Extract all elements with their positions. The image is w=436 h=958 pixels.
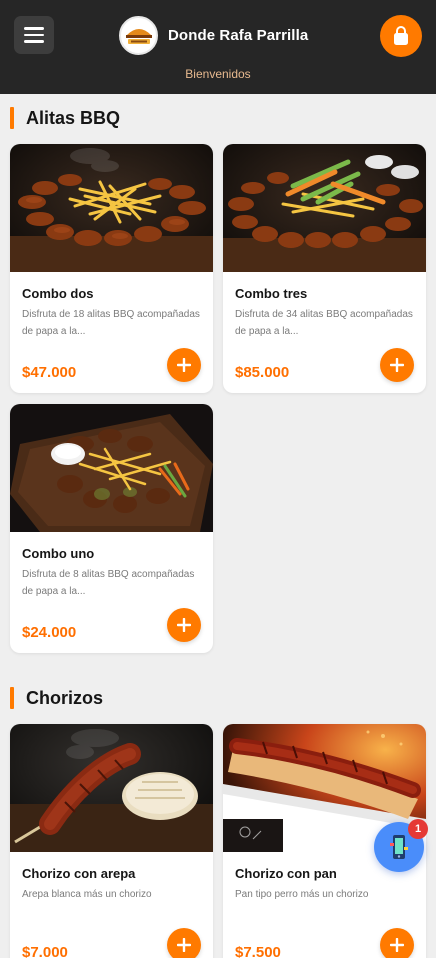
product-card[interactable]: Chorizo con arepa Arepa blanca más un ch… (10, 724, 213, 958)
mobile-phone-icon (390, 835, 408, 859)
product-card[interactable]: Combo uno Disfruta de 8 alitas BBQ acomp… (10, 404, 213, 653)
product-price: $85.000 (235, 364, 290, 381)
plus-icon (390, 358, 404, 372)
section-title-chorizos: Chorizos (10, 687, 103, 709)
product-image (10, 404, 213, 532)
product-name: Combo uno (22, 546, 95, 561)
product-card[interactable]: Combo dos Disfruta de 18 alitas BBQ acom… (10, 144, 213, 393)
product-description: Arepa blanca más un chorizo (22, 889, 152, 900)
product-image (10, 724, 213, 852)
brand-logo[interactable] (119, 16, 158, 55)
section-title-text: Chorizos (26, 687, 104, 708)
section-title-text: Alitas BBQ (26, 107, 121, 128)
shopping-bag-icon (394, 26, 408, 45)
notification-badge: 1 (408, 819, 428, 839)
plus-icon (177, 618, 191, 632)
menu-icon-line (24, 33, 44, 37)
menu-icon-line (24, 27, 44, 30)
product-image (223, 144, 426, 272)
product-image (10, 144, 213, 272)
section-accent-bar (10, 687, 14, 709)
cart-button[interactable] (380, 15, 422, 57)
product-name: Chorizo con arepa (22, 866, 136, 881)
plus-icon (177, 938, 191, 952)
product-price: $24.000 (22, 624, 77, 641)
add-to-cart-button[interactable] (167, 928, 201, 958)
product-description: Disfruta de 18 alitas BBQ acompañadas de… (22, 309, 200, 337)
product-price: $47.000 (22, 364, 77, 381)
product-description: Disfruta de 8 alitas BBQ acompañadas de … (22, 569, 195, 597)
add-to-cart-button[interactable] (380, 928, 414, 958)
add-to-cart-button[interactable] (380, 348, 414, 382)
product-name: Chorizo con pan (235, 866, 337, 881)
plus-icon (390, 938, 404, 952)
grill-logo-icon (125, 28, 152, 44)
menu-button[interactable] (14, 16, 54, 54)
product-description: Pan tipo perro más un chorizo (235, 889, 369, 900)
welcome-text: Bienvenidos (185, 67, 251, 81)
product-card[interactable]: Combo tres Disfruta de 34 alitas BBQ aco… (223, 144, 426, 393)
menu-icon-line (24, 40, 44, 43)
app-header: Donde Rafa Parrilla Bienvenidos (0, 0, 436, 94)
add-to-cart-button[interactable] (167, 348, 201, 382)
menu-content[interactable]: Alitas BBQ Combo dos Disfruta de 18 alit… (0, 94, 436, 958)
product-name: Combo tres (235, 286, 308, 301)
product-price: $7.000 (22, 944, 68, 958)
add-to-cart-button[interactable] (167, 608, 201, 642)
product-price: $7.500 (235, 944, 281, 958)
product-name: Combo dos (22, 286, 94, 301)
brand-name: Donde Rafa Parrilla (168, 27, 309, 44)
section-title-alitas: Alitas BBQ (10, 107, 120, 129)
product-description: Disfruta de 34 alitas BBQ acompañadas de… (235, 309, 413, 337)
plus-icon (177, 358, 191, 372)
section-accent-bar (10, 107, 14, 129)
